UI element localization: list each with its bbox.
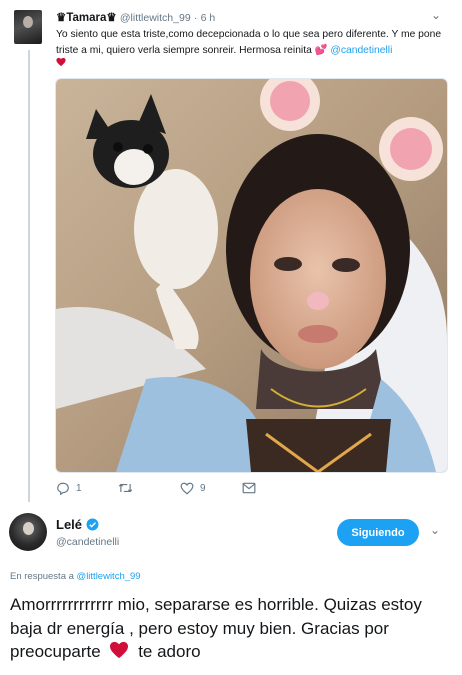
timestamp[interactable]: 6 h xyxy=(201,12,216,24)
like-count: 9 xyxy=(200,483,206,494)
in-reply-to: En respuesta a @littlewitch_99 xyxy=(10,571,141,582)
reply-actions: 1 9 xyxy=(56,482,316,498)
chevron-down-icon[interactable]: ⌄ xyxy=(431,8,441,22)
like-button[interactable]: 9 xyxy=(180,482,206,495)
reply-header: ♛Tamara♛ @littlewitch_99 · 6 h xyxy=(56,10,215,24)
heart-emoji-icon xyxy=(56,57,66,67)
two-hearts-emoji: 💕 xyxy=(314,44,328,56)
avatar-tamara[interactable] xyxy=(14,10,42,44)
heart-outline-icon xyxy=(180,482,194,495)
main-author-handle[interactable]: @candetinelli xyxy=(56,536,119,548)
reply-icon xyxy=(57,482,69,495)
author-name[interactable]: ♛Tamara♛ xyxy=(56,12,117,24)
envelope-icon xyxy=(242,482,256,494)
following-button[interactable]: Siguiendo xyxy=(337,519,419,546)
thread-connector-line xyxy=(28,50,30,502)
chevron-down-icon[interactable]: ⌄ xyxy=(430,523,440,537)
verified-badge-icon xyxy=(86,518,99,531)
reply-count: 1 xyxy=(76,483,82,494)
tweet-photo[interactable] xyxy=(55,78,448,473)
separator-dot: · xyxy=(193,12,198,24)
main-author[interactable]: Lelé xyxy=(56,517,99,532)
mention-link[interactable]: @candetinelli xyxy=(330,45,392,56)
retweet-button[interactable] xyxy=(118,482,139,494)
red-heart-emoji-icon xyxy=(110,641,129,659)
reply-tweet-text: Yo siento que esta triste,como decepcion… xyxy=(56,29,442,56)
photo-illustration xyxy=(56,79,447,472)
avatar-lele[interactable] xyxy=(9,513,47,551)
main-tweet-text: Amorrrrrrrrrrrr mio, separarse es horrib… xyxy=(10,595,422,661)
author-handle[interactable]: @littlewitch_99 xyxy=(120,12,191,24)
in-reply-to-link[interactable]: @littlewitch_99 xyxy=(77,571,141,582)
main-author-name: Lelé xyxy=(56,517,83,532)
reply-button[interactable]: 1 xyxy=(56,482,82,495)
dm-button[interactable] xyxy=(242,482,256,494)
retweet-icon xyxy=(118,483,133,493)
